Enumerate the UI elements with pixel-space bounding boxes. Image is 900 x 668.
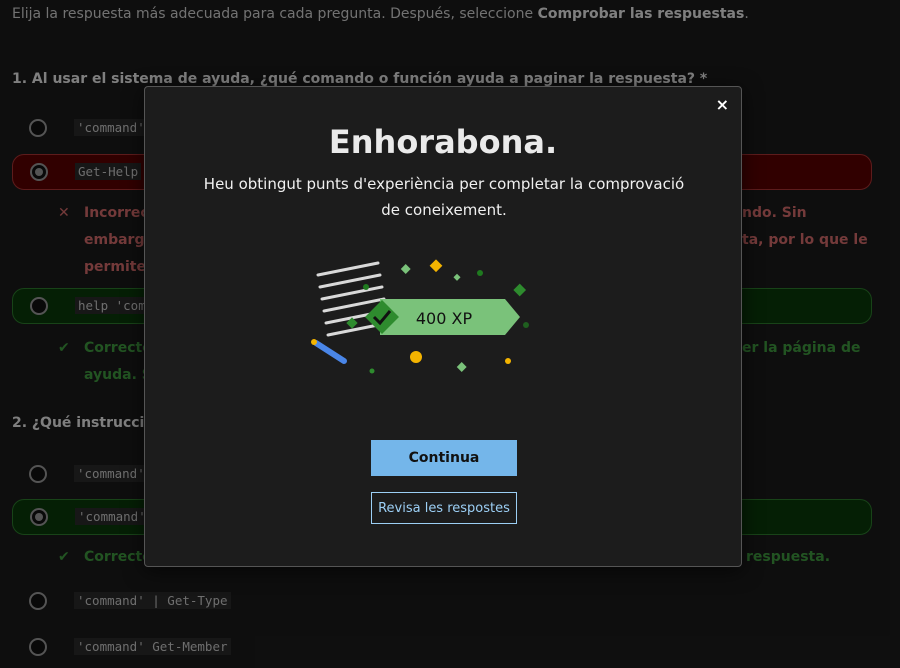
xp-illustration: 400 XP xyxy=(311,259,529,374)
pencil-icon xyxy=(311,339,347,364)
dialog-message: Heu obtingut punts d'experiència per com… xyxy=(203,175,685,219)
dialog-title: Enhorabona. xyxy=(328,123,558,161)
review-answers-button[interactable]: Revisa les respostes xyxy=(371,492,517,524)
xp-amount: 400 XP xyxy=(416,309,473,328)
congratulations-dialog: × Enhorabona. Heu obtingut punts d'exper… xyxy=(144,86,742,567)
close-icon[interactable]: × xyxy=(716,95,729,114)
continue-button[interactable]: Continua xyxy=(371,440,517,476)
